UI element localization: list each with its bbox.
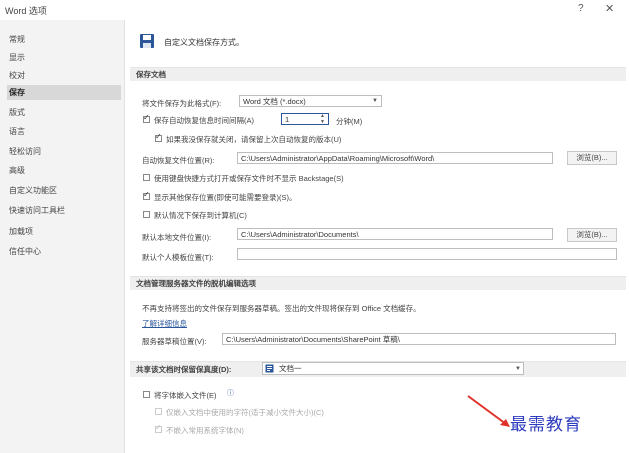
info-icon: ⓘ [227,390,234,397]
sidebar-item-customize-ribbon[interactable]: 自定义功能区 [7,183,121,198]
chevron-down-icon[interactable]: ▼ [372,98,378,104]
sidebar-item-quick-access[interactable]: 快速访问工具栏 [7,203,121,218]
close-icon[interactable]: ✕ [605,2,614,15]
no-common-fonts-label: 不嵌入常用系统字体(N) [166,426,244,435]
section-save-documents: 保存文档 [130,67,626,81]
spin-down-icon[interactable]: ▼ [320,119,325,125]
sidebar-item-accessibility[interactable]: 轻松访问 [7,144,121,159]
no-common-fonts-checkbox[interactable] [155,423,162,433]
sidebar-item-general[interactable]: 常规 [7,32,121,47]
save-format-label: 将文件保存为此格式(F): [142,99,222,108]
keep-last-autosave-label: 如果我没保存就关闭，请保留上次自动恢复的版本(U) [166,135,342,144]
embed-used-chars-label: 仅嵌入文档中使用的字符(适于减小文件大小)(C) [166,408,324,417]
sidebar-item-language[interactable]: 语言 [7,124,121,139]
show-more-locations-checkbox[interactable] [143,190,150,200]
local-location-label: 默认本地文件位置(I): [142,233,212,242]
section-offline-editing: 文档管理服务器文件的脱机编辑选项 [130,276,626,290]
sidebar-item-advanced[interactable]: 高级 [7,163,121,178]
title-bar: Word 选项 ? ✕ [0,0,629,20]
server-drafts-label: 服务器草稿位置(V): [142,337,207,346]
embed-fonts-checkbox[interactable] [143,391,150,398]
sidebar-item-display[interactable]: 显示 [7,50,121,65]
help-icon[interactable]: ? [578,3,584,14]
browse-local-button[interactable]: 浏览(B)... [567,228,617,242]
chevron-down-icon[interactable]: ▼ [515,366,521,372]
autorecover-checkbox[interactable] [143,113,150,123]
fidelity-document-select[interactable]: 文档一 [262,362,524,375]
save-format-select[interactable]: Word 文档 (*.docx) [239,95,382,107]
watermark-arrow [467,395,510,427]
window-title: Word 选项 [5,6,47,16]
template-location-field[interactable] [237,248,617,260]
sidebar-item-save[interactable]: 保存 [7,85,121,100]
embed-fonts-label: 将字体嵌入文件(E) [154,391,217,400]
save-to-computer-checkbox[interactable] [143,211,150,218]
sidebar-item-addins[interactable]: 加载项 [7,224,121,239]
sidebar-item-proofing[interactable]: 校对 [7,68,121,83]
learn-more-link[interactable]: 了解详细信息 [142,318,187,329]
embed-used-chars-checkbox[interactable] [155,408,162,415]
template-location-label: 默认个人模板位置(T): [142,253,214,262]
autorecover-location-field[interactable]: C:\Users\Administrator\AppData\Roaming\M… [237,152,553,164]
save-icon [140,34,154,48]
sidebar-item-layout[interactable]: 版式 [7,105,121,120]
autorecover-label: 保存自动恢复信息时间间隔(A) [154,116,254,125]
keyboard-backstage-label: 使用键盘快捷方式打开或保存文件时不显示 Backstage(S) [154,174,344,183]
page-header-text: 自定义文档保存方式。 [164,38,244,47]
minutes-label: 分钟(M) [336,117,363,126]
document-icon [265,364,274,373]
keyboard-backstage-checkbox[interactable] [143,174,150,181]
browse-autorecover-button[interactable]: 浏览(B)... [567,151,617,165]
sidebar-item-trust-center[interactable]: 信任中心 [7,244,121,259]
autorecover-location-label: 自动恢复文件位置(R): [142,156,215,165]
server-drafts-field[interactable]: C:\Users\Administrator\Documents\SharePo… [222,333,616,345]
keep-last-autosave-checkbox[interactable] [155,132,162,142]
offline-notice: 不再支持将签出的文件保存到服务器草稿。签出的文件现将保存到 Office 文档缓… [142,304,421,313]
watermark-text: 最需教育 [510,415,582,435]
show-more-locations-label: 显示其他保存位置(即使可能需要登录)(S)。 [154,193,297,202]
save-to-computer-label: 默认情况下保存到计算机(C) [154,211,247,220]
local-location-field[interactable]: C:\Users\Administrator\Documents\ [237,228,553,240]
